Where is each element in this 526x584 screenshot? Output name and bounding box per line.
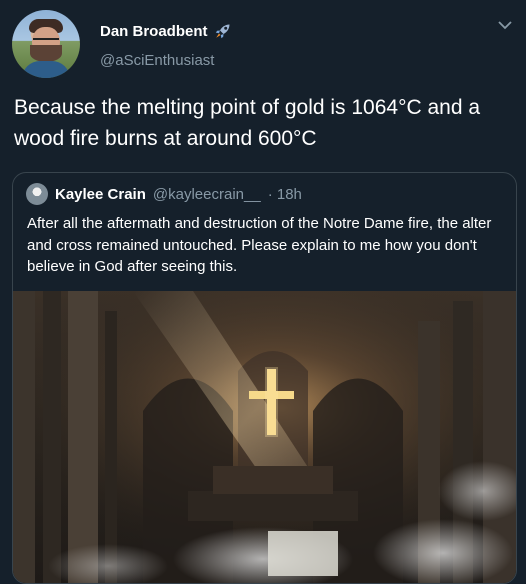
quoted-tweet-header: Kaylee Crain @kayleecrain__ · 18h [26, 183, 302, 205]
author-name-row: Dan Broadbent [100, 22, 232, 40]
tweet-text: Because the melting point of gold is 106… [14, 96, 481, 150]
author-handle[interactable]: @aSciEnthusiast [100, 52, 214, 69]
quoted-tweet-time[interactable]: · 18h [268, 186, 302, 203]
quoted-tweet-text: After all the aftermath and destruction … [27, 215, 492, 275]
quoted-author-display-name[interactable]: Kaylee Crain [55, 186, 146, 203]
chevron-down-icon[interactable] [496, 16, 514, 34]
notre-dame-interior-image [13, 291, 516, 583]
author-display-name[interactable]: Dan Broadbent [100, 23, 208, 40]
author-avatar[interactable] [12, 10, 80, 78]
quoted-author-avatar[interactable] [26, 183, 48, 205]
tweet-header: Dan Broadbent @aSciEnthusiast [12, 8, 514, 78]
quoted-tweet[interactable]: Kaylee Crain @kayleecrain__ · 18h After … [12, 172, 517, 584]
tweet-photo[interactable] [13, 291, 516, 583]
quoted-author-handle[interactable]: @kayleecrain__ [153, 186, 261, 203]
rocket-icon [214, 22, 232, 40]
